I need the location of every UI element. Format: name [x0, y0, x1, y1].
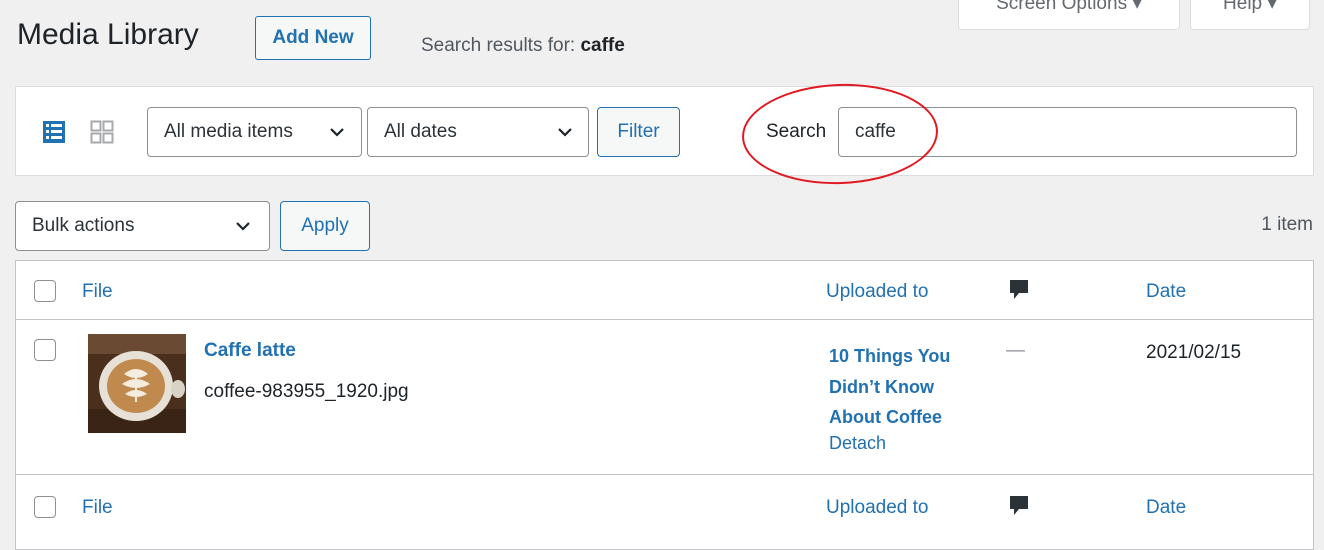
comment-bubble-icon: [1010, 280, 1028, 299]
media-filename: coffee-983955_1920.jpg: [204, 381, 409, 402]
comment-bubble-icon: [1010, 496, 1028, 515]
chevron-down-icon: [236, 222, 250, 231]
media-type-select[interactable]: All media items: [147, 107, 362, 157]
media-type-value: All media items: [164, 121, 293, 142]
uploaded-to-post-link[interactable]: 10 Things You Didn’t Know About Coffee: [829, 341, 999, 433]
grid-view-icon[interactable]: [88, 118, 116, 146]
add-new-button[interactable]: Add New: [255, 16, 371, 60]
header-divider: [16, 319, 1313, 320]
column-uploaded-to[interactable]: Uploaded to: [826, 281, 928, 303]
bulk-actions-value: Bulk actions: [32, 215, 135, 236]
help-tab[interactable]: Help ▾: [1190, 0, 1310, 30]
column-date-footer[interactable]: Date: [1146, 497, 1186, 519]
media-thumbnail[interactable]: [88, 334, 186, 433]
detach-link[interactable]: Detach: [829, 433, 886, 454]
select-all-checkbox-footer[interactable]: [34, 496, 56, 518]
footer-divider: [16, 474, 1313, 475]
column-date[interactable]: Date: [1146, 281, 1186, 303]
filter-button[interactable]: Filter: [597, 107, 680, 157]
column-file[interactable]: File: [82, 281, 113, 303]
bulk-actions-select[interactable]: Bulk actions: [15, 201, 270, 251]
media-table: [15, 260, 1314, 550]
uploaded-to-line-1: 10 Things You: [829, 346, 951, 366]
select-all-checkbox[interactable]: [34, 280, 56, 302]
chevron-down-icon: [330, 128, 344, 137]
upload-date: 2021/02/15: [1146, 342, 1242, 363]
search-results-subtitle: Search results for: caffe: [421, 35, 625, 57]
search-results-term: caffe: [580, 35, 625, 56]
apply-button[interactable]: Apply: [280, 201, 370, 251]
date-filter-select[interactable]: All dates: [367, 107, 589, 157]
media-title-link[interactable]: Caffe latte: [204, 340, 296, 362]
screen-options-tab[interactable]: Screen Options ▾: [958, 0, 1180, 30]
search-results-prefix: Search results for:: [421, 35, 581, 56]
column-uploaded-to-footer[interactable]: Uploaded to: [826, 497, 928, 519]
item-count: 1 item: [1261, 214, 1313, 235]
comment-count: —: [1006, 340, 1025, 361]
column-file-footer[interactable]: File: [82, 497, 113, 519]
chevron-down-icon: [558, 128, 572, 137]
list-view-icon[interactable]: [40, 118, 68, 146]
date-filter-value: All dates: [384, 121, 457, 142]
uploaded-to-line-3: About Coffee: [829, 407, 942, 427]
uploaded-to-line-2: Didn’t Know: [829, 376, 934, 397]
page-title: Media Library: [17, 18, 199, 51]
row-checkbox[interactable]: [34, 339, 56, 361]
